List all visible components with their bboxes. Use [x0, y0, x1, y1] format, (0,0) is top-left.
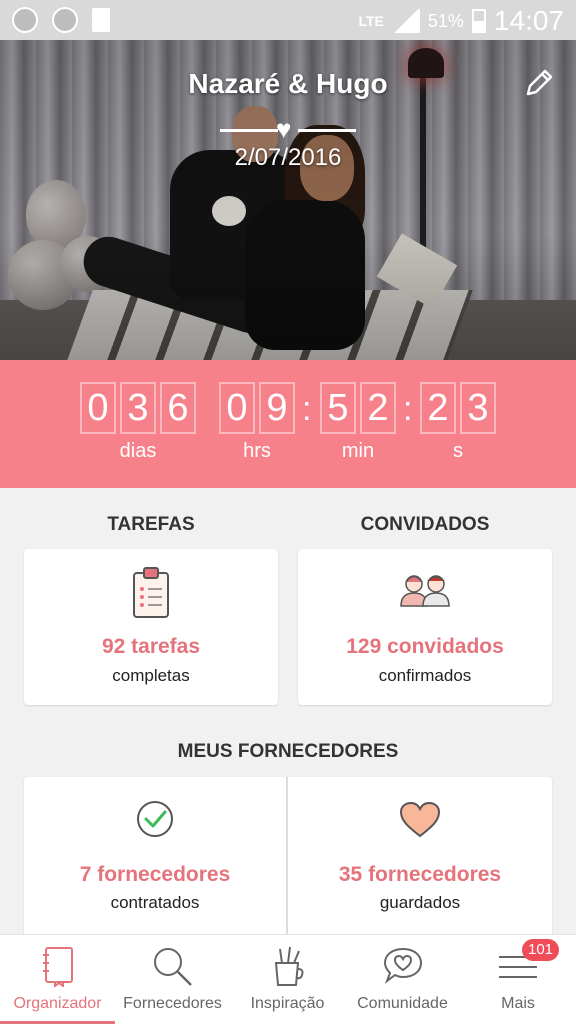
- vendors-hired-sub: contratados: [110, 893, 200, 912]
- guests-sub: confirmados: [378, 666, 472, 685]
- battery-percent: 51%: [427, 10, 464, 31]
- status-icons-right: LTE 51% 14:07: [358, 5, 564, 37]
- divider-line: [298, 129, 356, 132]
- vendors-hired[interactable]: 7 fornecedores contratados: [24, 777, 286, 937]
- countdown-digit: 0: [219, 382, 255, 434]
- heart-icon: ♥: [276, 114, 292, 144]
- vendors-saved[interactable]: 35 fornecedores guardados: [288, 777, 552, 937]
- tasks-sub: completas: [112, 666, 190, 685]
- vendors-saved-sub: guardados: [379, 893, 461, 912]
- countdown-label-minutes: min: [341, 440, 375, 462]
- countdown-digit: 3: [120, 382, 156, 434]
- divider-line: [220, 129, 278, 132]
- nav-organizador[interactable]: Organizador: [0, 935, 115, 1024]
- guests-card[interactable]: 129 convidados confirmados: [298, 549, 552, 705]
- countdown-hours: 0 9 hrs: [219, 382, 295, 463]
- countdown-digit: 3: [460, 382, 496, 434]
- guests-count: 129 convidados: [346, 635, 504, 658]
- countdown-separator: :: [302, 390, 312, 428]
- countdown-label-hours: hrs: [243, 440, 271, 462]
- edit-button[interactable]: [522, 66, 556, 100]
- nav-inspiracao[interactable]: Inspiração: [230, 935, 345, 1024]
- app-screen: LTE 51% 14:07 Nazaré & Hugo ♥ 2/07/2016: [0, 0, 576, 1024]
- guests-title: CONVIDADOS: [360, 514, 490, 535]
- tasks-count: 92 tarefas: [101, 635, 201, 658]
- clipboard-icon: [131, 565, 171, 624]
- status-bar: LTE 51% 14:07: [0, 0, 576, 40]
- pencil-icon: [526, 69, 553, 96]
- accessibility-icon: [12, 7, 38, 33]
- countdown-digit: 2: [420, 382, 456, 434]
- countdown-panel: 0 3 6 dias 0 9 hrs : 5 2 min : 2 3 s: [0, 360, 576, 488]
- tasks-title: TAREFAS: [107, 514, 195, 535]
- vendors-title: MEUS FORNECEDORES: [177, 741, 399, 762]
- heart-icon: [399, 801, 441, 844]
- sd-card-icon: [92, 8, 110, 32]
- nav-label: Inspiração: [250, 995, 325, 1012]
- signal-icon: [391, 9, 420, 33]
- vendors-saved-count: 35 fornecedores: [338, 863, 502, 886]
- countdown-seconds: 2 3 s: [420, 382, 496, 463]
- nav-comunidade[interactable]: Comunidade: [345, 935, 460, 1024]
- bottom-navigation: Organizador Fornecedores Inspiração Comu…: [0, 934, 576, 1024]
- nav-label: Fornecedores: [123, 995, 222, 1012]
- countdown-digit: 0: [80, 382, 116, 434]
- wedding-date: 2/07/2016: [234, 144, 342, 171]
- vendors-card: 7 fornecedores contratados 35 fornecedor…: [24, 777, 552, 937]
- nav-fornecedores[interactable]: Fornecedores: [115, 935, 230, 1024]
- guests-icon: [398, 573, 452, 612]
- countdown-minutes: 5 2 min: [320, 382, 396, 463]
- network-type: LTE: [358, 13, 384, 29]
- search-icon: [151, 945, 195, 992]
- title-divider: ♥: [220, 114, 356, 144]
- countdown-separator: :: [403, 390, 413, 428]
- status-icons-left: [12, 7, 110, 33]
- notebook-icon: [40, 945, 76, 992]
- countdown-digit: 2: [360, 382, 396, 434]
- nav-label: Organizador: [13, 995, 102, 1012]
- countdown-days: 0 3 6 dias: [80, 382, 196, 463]
- countdown-label-seconds: s: [453, 440, 463, 462]
- countdown-label-days: dias: [119, 440, 157, 462]
- check-circle-icon: [135, 799, 175, 844]
- countdown-digit: 5: [320, 382, 356, 434]
- countdown-digit: 6: [160, 382, 196, 434]
- battery-icon: [471, 9, 486, 33]
- nav-mais[interactable]: 101 Mais: [460, 935, 576, 1024]
- nav-label: Comunidade: [357, 995, 448, 1012]
- clock: 14:07: [493, 5, 564, 36]
- countdown-digit: 9: [259, 382, 295, 434]
- chat-heart-icon: [382, 945, 424, 992]
- pencil-cup-icon: [270, 945, 306, 992]
- tasks-card[interactable]: 92 tarefas completas: [24, 549, 278, 705]
- couple-names: Nazaré & Hugo: [188, 68, 388, 99]
- notification-badge: 101: [522, 939, 560, 961]
- nav-label: Mais: [501, 995, 535, 1012]
- sync-icon: [52, 7, 78, 33]
- vendors-hired-count: 7 fornecedores: [79, 863, 231, 886]
- couple-photo-header: Nazaré & Hugo ♥ 2/07/2016: [0, 40, 576, 360]
